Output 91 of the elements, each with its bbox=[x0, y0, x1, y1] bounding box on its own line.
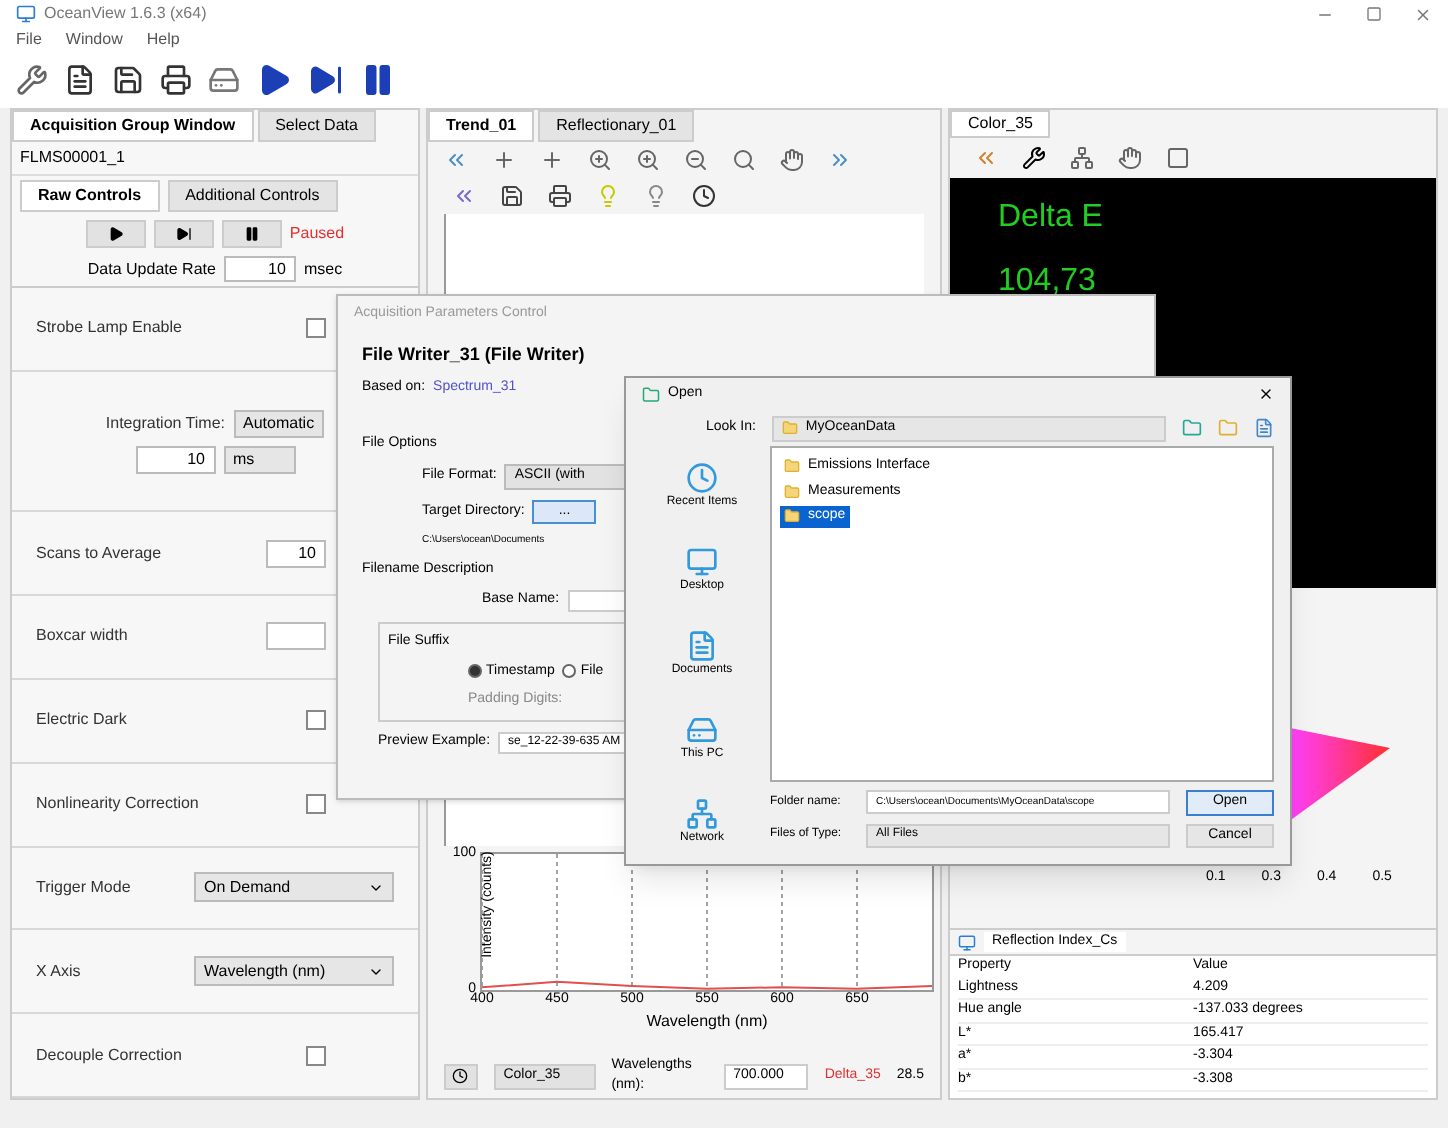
folder-icon bbox=[784, 483, 800, 500]
unit-label: msec bbox=[303, 257, 343, 281]
menu-item[interactable]: Help bbox=[146, 28, 180, 52]
window-title: OceanView 1.6.3 (x64) bbox=[44, 2, 207, 26]
collapse-icon[interactable] bbox=[974, 146, 998, 170]
menu-item[interactable]: File bbox=[16, 28, 42, 52]
app-icon bbox=[642, 385, 660, 403]
checkbox[interactable] bbox=[306, 1045, 326, 1066]
close-icon[interactable] bbox=[1258, 386, 1274, 402]
checkbox[interactable] bbox=[306, 794, 326, 815]
device-name: FLMS00001_1 bbox=[12, 142, 418, 176]
tab[interactable]: Acquisition Group Window bbox=[12, 110, 254, 142]
folder-icon bbox=[781, 420, 798, 436]
expand-icon[interactable] bbox=[828, 148, 852, 172]
status-text: Paused bbox=[289, 222, 345, 246]
spin-field[interactable] bbox=[266, 622, 326, 651]
step-icon bbox=[175, 226, 192, 242]
pause-icon bbox=[243, 226, 260, 242]
clock-icon[interactable] bbox=[692, 184, 716, 208]
zoom-out-icon[interactable] bbox=[684, 148, 708, 172]
spin-field[interactable]: 10 bbox=[135, 445, 215, 474]
tab[interactable]: Additional Controls bbox=[167, 180, 338, 212]
tab[interactable]: Reflectionary_01 bbox=[538, 110, 695, 142]
zoom-in-icon[interactable] bbox=[588, 148, 612, 172]
pause-icon[interactable] bbox=[360, 62, 396, 98]
setting-label: Decouple Correction bbox=[36, 1043, 182, 1068]
unit-dropdown[interactable]: ms bbox=[223, 445, 295, 474]
dialog-heading: File Writer_31 (File Writer) bbox=[362, 341, 587, 368]
drive-icon[interactable] bbox=[208, 64, 240, 96]
folder-icon bbox=[784, 508, 800, 525]
tab[interactable]: Color_35 bbox=[950, 110, 1051, 138]
spin-field[interactable]: 10 bbox=[266, 539, 326, 568]
setting-label: X Axis bbox=[36, 959, 81, 984]
setting-label: Integration Time: bbox=[105, 411, 225, 436]
play-button[interactable] bbox=[85, 220, 146, 248]
play-icon[interactable] bbox=[256, 62, 292, 98]
update-rate-label: Data Update Rate bbox=[87, 257, 216, 281]
maximize-icon[interactable] bbox=[1366, 5, 1382, 21]
app-icon bbox=[16, 4, 36, 24]
printer-icon[interactable] bbox=[548, 184, 572, 208]
dropdown[interactable]: On Demand bbox=[194, 872, 394, 903]
search-icon[interactable] bbox=[732, 148, 756, 172]
checkbox[interactable] bbox=[306, 710, 326, 731]
step-button[interactable] bbox=[153, 220, 214, 248]
save-icon[interactable] bbox=[112, 64, 144, 96]
setting-label: Strobe Lamp Enable bbox=[36, 316, 182, 341]
collapse-icon[interactable] bbox=[452, 184, 476, 208]
play-icon bbox=[107, 226, 124, 242]
setting-label: Boxcar width bbox=[36, 624, 128, 649]
radio-button[interactable] bbox=[562, 664, 577, 679]
setting-label: Electric Dark bbox=[36, 708, 127, 733]
radio-button[interactable] bbox=[468, 664, 482, 679]
network-icon[interactable] bbox=[1070, 146, 1094, 170]
delta-label: Delta E bbox=[998, 198, 1103, 238]
place-icon[interactable] bbox=[685, 462, 718, 495]
up-folder-icon[interactable] bbox=[1182, 418, 1202, 438]
tab[interactable]: Raw Controls bbox=[20, 180, 160, 212]
checkbox[interactable] bbox=[306, 318, 326, 339]
crosshair-icon[interactable] bbox=[492, 148, 516, 172]
mode-button[interactable]: Automatic bbox=[233, 409, 325, 438]
collapse-icon[interactable] bbox=[444, 148, 468, 172]
axis-label: Wavelength (nm) bbox=[646, 1010, 768, 1034]
zoom-in-icon[interactable] bbox=[636, 148, 660, 172]
hand-icon[interactable] bbox=[780, 148, 804, 172]
folder-icon bbox=[784, 458, 800, 475]
settings-button[interactable] bbox=[444, 1063, 478, 1089]
setting-label: Scans to Average bbox=[36, 541, 162, 566]
delta-value: 104,73 bbox=[998, 262, 1096, 302]
bulb-icon[interactable] bbox=[644, 184, 668, 208]
tools-icon[interactable] bbox=[1022, 146, 1046, 170]
setting-label: Trigger Mode bbox=[36, 875, 131, 900]
step-icon[interactable] bbox=[308, 62, 344, 98]
panel-icon bbox=[958, 933, 976, 951]
save-icon[interactable] bbox=[500, 184, 524, 208]
spin-field[interactable]: 10 bbox=[223, 256, 296, 282]
dropdown[interactable]: Wavelength (nm) bbox=[194, 956, 394, 987]
tab[interactable]: Select Data bbox=[257, 110, 376, 142]
setting-label: Nonlinearity Correction bbox=[36, 792, 199, 817]
printer-icon[interactable] bbox=[160, 64, 192, 96]
place-icon[interactable] bbox=[686, 713, 718, 746]
place-icon[interactable] bbox=[685, 629, 718, 662]
menu-item[interactable]: Window bbox=[65, 28, 123, 52]
place-icon[interactable] bbox=[685, 797, 718, 830]
crosshair-icon[interactable] bbox=[540, 148, 564, 172]
document-icon[interactable] bbox=[64, 64, 96, 96]
window-icon[interactable] bbox=[1166, 146, 1190, 170]
hand-icon[interactable] bbox=[1118, 146, 1142, 170]
tab[interactable]: Trend_01 bbox=[428, 110, 535, 142]
pause-button[interactable] bbox=[221, 220, 282, 248]
place-icon[interactable] bbox=[685, 546, 718, 579]
view-menu-icon[interactable] bbox=[1254, 418, 1274, 438]
